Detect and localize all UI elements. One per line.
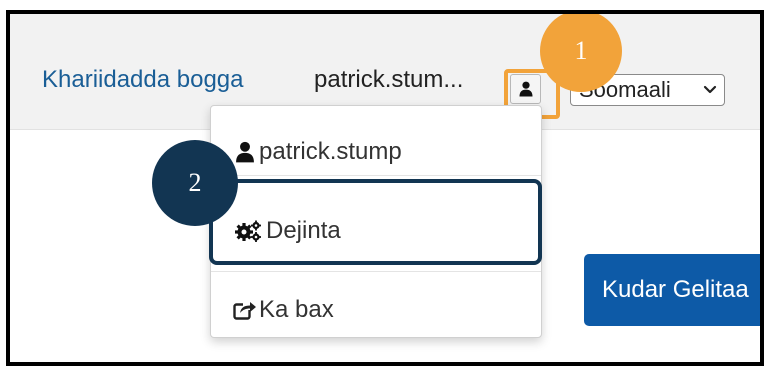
step-badge-1: 1	[540, 14, 622, 92]
menu-item-settings[interactable]: Dejinta	[211, 211, 541, 251]
menu-item-label: patrick.stump	[259, 138, 402, 165]
menu-item-logout[interactable]: Ka bax	[211, 290, 541, 330]
user-dropdown-menu: patrick.stump Dejinta Ka bax	[210, 105, 542, 338]
step-badge-2: 2	[152, 140, 238, 226]
chevron-down-icon	[703, 75, 717, 113]
shop-home-link[interactable]: Khariidadda bogga	[42, 66, 244, 94]
user-icon	[519, 81, 532, 97]
menu-item-profile[interactable]: patrick.stump	[211, 132, 541, 172]
username-label[interactable]: patrick.stum...	[314, 66, 463, 94]
gears-icon	[235, 220, 261, 242]
menu-divider	[211, 175, 541, 176]
menu-divider	[211, 271, 541, 272]
menu-item-label: Ka bax	[259, 296, 334, 323]
menu-item-label: Dejinta	[266, 217, 341, 244]
user-icon	[236, 141, 254, 163]
add-entry-button[interactable]: Kudar Gelitaa	[584, 254, 760, 326]
screenshot-frame: Khariidadda bogga patrick.stum... Soomaa…	[6, 10, 764, 366]
share-out-icon	[233, 300, 256, 320]
user-menu-button[interactable]	[510, 74, 541, 104]
